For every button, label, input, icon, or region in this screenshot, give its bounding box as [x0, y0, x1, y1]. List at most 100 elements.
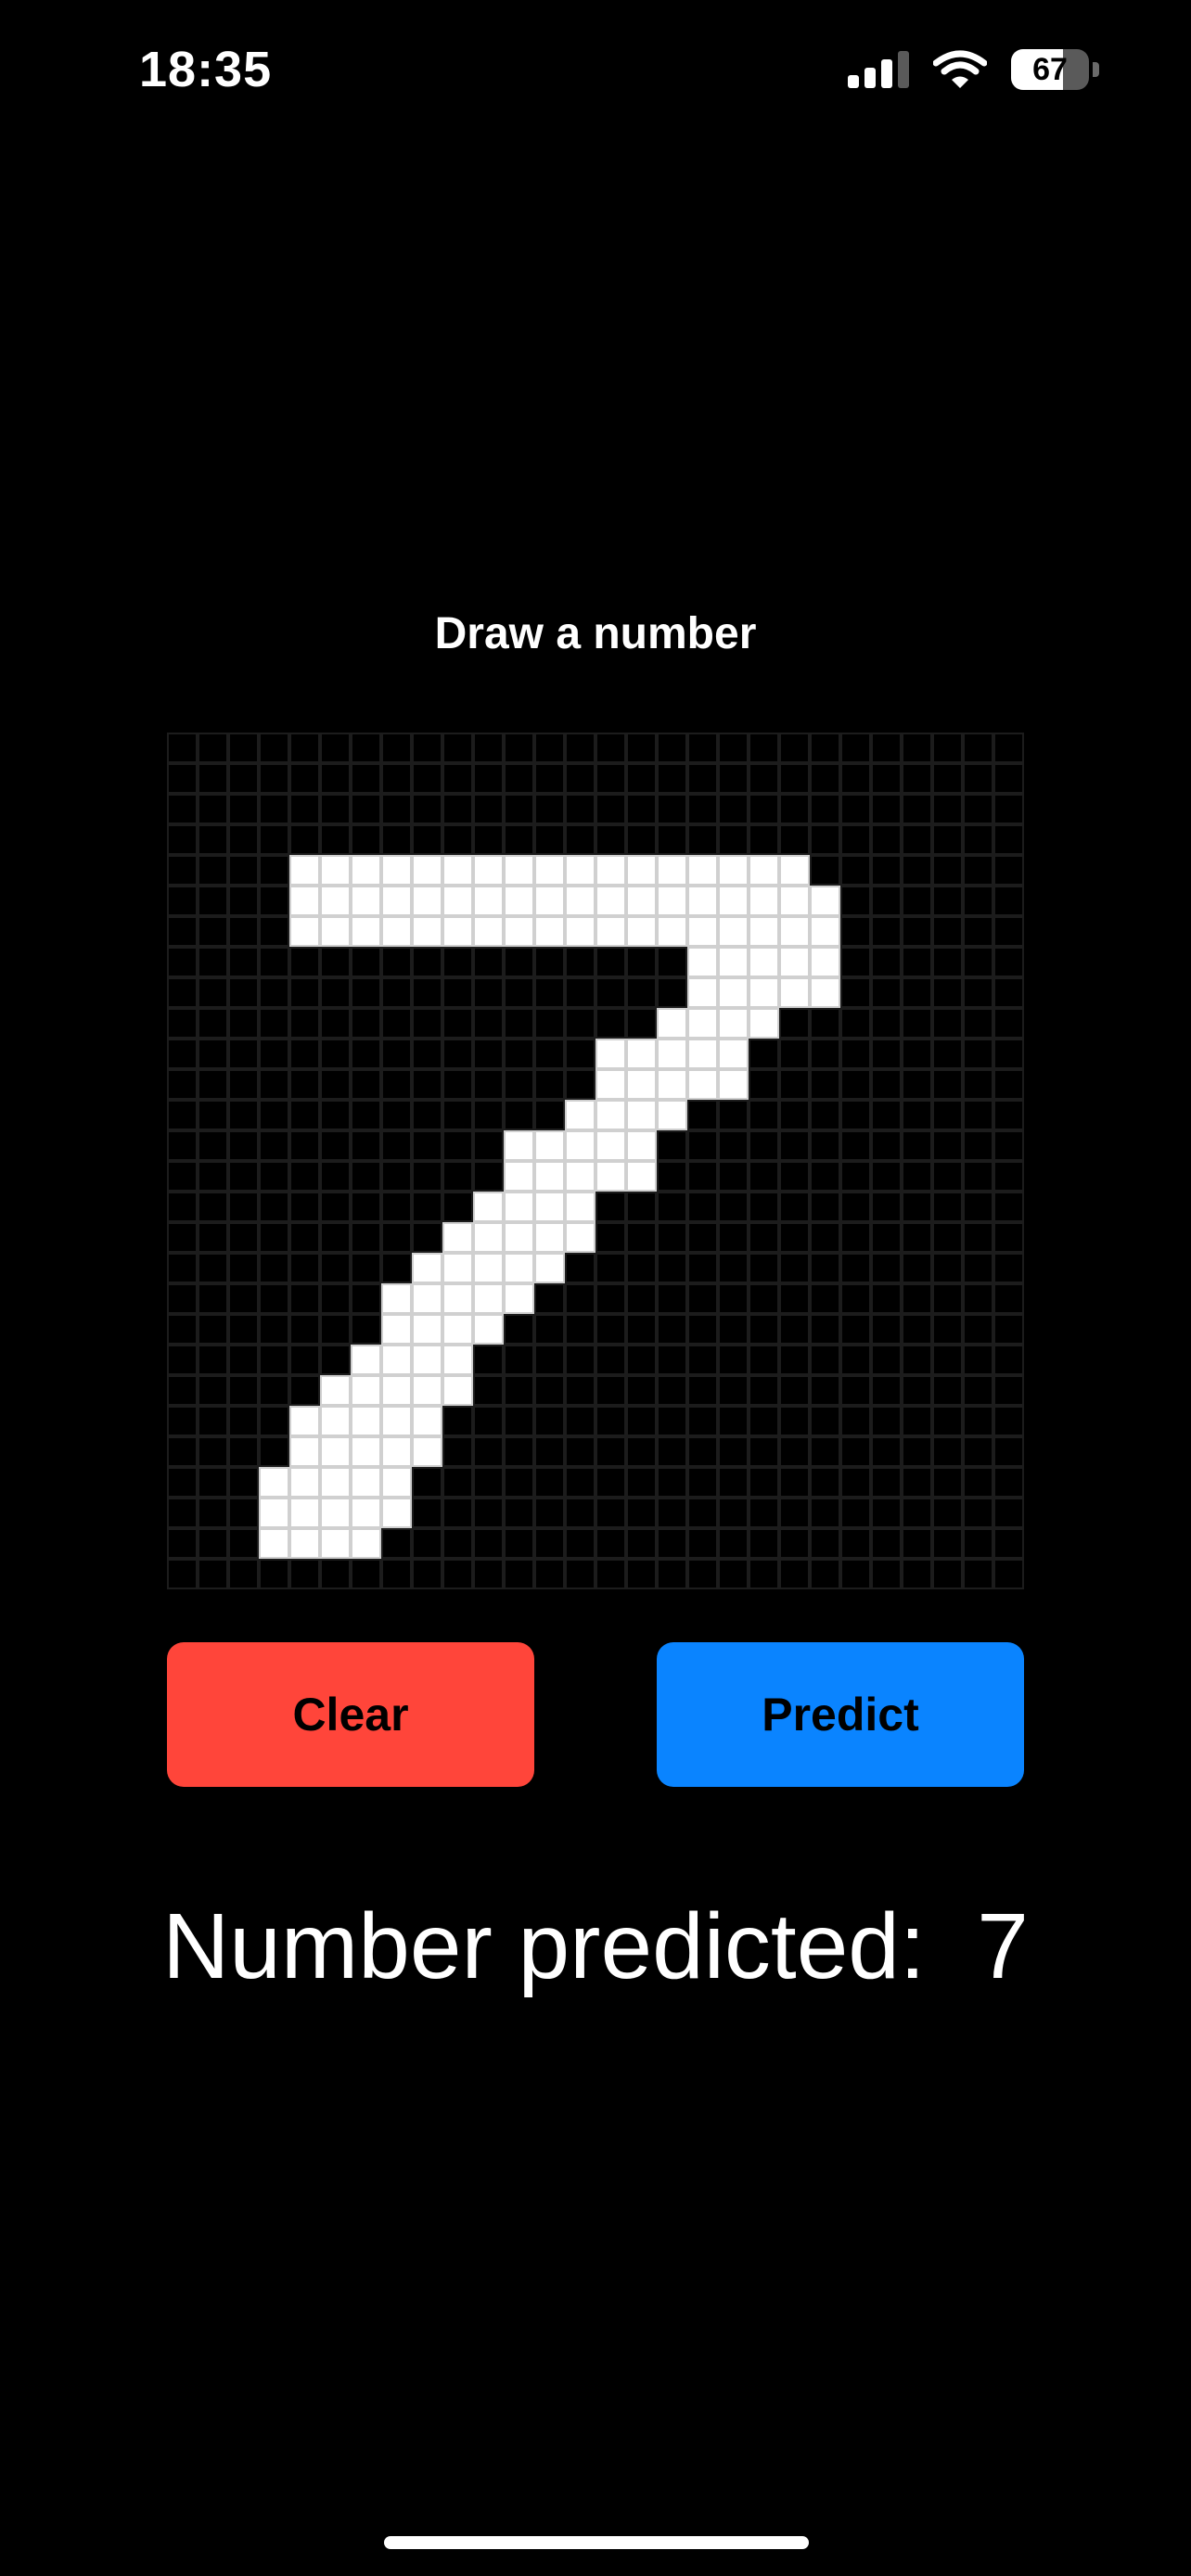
grid-cell[interactable]	[810, 1130, 840, 1161]
grid-cell[interactable]	[259, 1222, 289, 1253]
grid-cell[interactable]	[167, 947, 198, 977]
grid-cell[interactable]	[932, 1130, 963, 1161]
grid-cell[interactable]	[963, 1069, 993, 1100]
grid-cell[interactable]	[565, 1498, 596, 1528]
grid-cell[interactable]	[993, 1559, 1024, 1589]
grid-cell[interactable]	[657, 1559, 687, 1589]
grid-cell[interactable]	[565, 1039, 596, 1069]
grid-cell[interactable]	[779, 916, 810, 947]
grid-cell[interactable]	[167, 1253, 198, 1283]
grid-cell[interactable]	[534, 1467, 565, 1498]
grid-cell[interactable]	[228, 1008, 259, 1039]
grid-cell[interactable]	[412, 855, 442, 886]
grid-cell[interactable]	[565, 1436, 596, 1467]
grid-cell[interactable]	[320, 1559, 351, 1589]
grid-cell[interactable]	[534, 733, 565, 763]
grid-cell[interactable]	[718, 1100, 749, 1130]
grid-cell[interactable]	[902, 1069, 932, 1100]
grid-cell[interactable]	[289, 1436, 320, 1467]
grid-cell[interactable]	[412, 1314, 442, 1345]
grid-cell[interactable]	[320, 1100, 351, 1130]
grid-cell[interactable]	[687, 1161, 718, 1192]
grid-cell[interactable]	[534, 1253, 565, 1283]
grid-cell[interactable]	[534, 1069, 565, 1100]
grid-cell[interactable]	[534, 1039, 565, 1069]
grid-cell[interactable]	[902, 1345, 932, 1375]
grid-cell[interactable]	[596, 1283, 626, 1314]
grid-cell[interactable]	[198, 1222, 228, 1253]
grid-cell[interactable]	[687, 1100, 718, 1130]
grid-cell[interactable]	[840, 1314, 871, 1345]
grid-cell[interactable]	[596, 886, 626, 916]
grid-cell[interactable]	[993, 1283, 1024, 1314]
grid-cell[interactable]	[412, 1406, 442, 1436]
grid-cell[interactable]	[993, 1498, 1024, 1528]
grid-cell[interactable]	[504, 855, 534, 886]
grid-cell[interactable]	[810, 1498, 840, 1528]
grid-cell[interactable]	[871, 1345, 902, 1375]
grid-cell[interactable]	[198, 977, 228, 1008]
grid-cell[interactable]	[351, 855, 381, 886]
grid-cell[interactable]	[167, 916, 198, 947]
grid-cell[interactable]	[963, 763, 993, 794]
grid-cell[interactable]	[473, 1498, 504, 1528]
grid-cell[interactable]	[840, 1100, 871, 1130]
grid-cell[interactable]	[381, 1100, 412, 1130]
grid-cell[interactable]	[412, 1375, 442, 1406]
grid-cell[interactable]	[902, 1192, 932, 1222]
grid-cell[interactable]	[810, 1100, 840, 1130]
grid-cell[interactable]	[657, 1345, 687, 1375]
grid-cell[interactable]	[810, 1436, 840, 1467]
grid-cell[interactable]	[871, 1467, 902, 1498]
grid-cell[interactable]	[473, 1039, 504, 1069]
grid-cell[interactable]	[167, 1498, 198, 1528]
grid-cell[interactable]	[657, 1100, 687, 1130]
grid-cell[interactable]	[718, 1283, 749, 1314]
grid-cell[interactable]	[565, 977, 596, 1008]
grid-cell[interactable]	[596, 947, 626, 977]
grid-cell[interactable]	[718, 1406, 749, 1436]
grid-cell[interactable]	[504, 1161, 534, 1192]
grid-cell[interactable]	[810, 1559, 840, 1589]
grid-cell[interactable]	[963, 1100, 993, 1130]
grid-cell[interactable]	[504, 1375, 534, 1406]
grid-cell[interactable]	[259, 794, 289, 824]
grid-cell[interactable]	[718, 947, 749, 977]
grid-cell[interactable]	[381, 1375, 412, 1406]
grid-cell[interactable]	[626, 1406, 657, 1436]
grid-cell[interactable]	[442, 886, 473, 916]
grid-cell[interactable]	[381, 1253, 412, 1283]
grid-cell[interactable]	[687, 1559, 718, 1589]
grid-cell[interactable]	[320, 1283, 351, 1314]
grid-cell[interactable]	[259, 1528, 289, 1559]
grid-cell[interactable]	[902, 947, 932, 977]
grid-cell[interactable]	[840, 1528, 871, 1559]
grid-cell[interactable]	[687, 916, 718, 947]
grid-cell[interactable]	[840, 1498, 871, 1528]
grid-cell[interactable]	[565, 733, 596, 763]
grid-cell[interactable]	[289, 1222, 320, 1253]
grid-cell[interactable]	[228, 886, 259, 916]
grid-cell[interactable]	[993, 1069, 1024, 1100]
grid-cell[interactable]	[381, 886, 412, 916]
grid-cell[interactable]	[596, 733, 626, 763]
grid-cell[interactable]	[259, 1192, 289, 1222]
grid-cell[interactable]	[259, 1130, 289, 1161]
grid-cell[interactable]	[504, 1467, 534, 1498]
grid-cell[interactable]	[993, 1008, 1024, 1039]
grid-cell[interactable]	[442, 824, 473, 855]
grid-cell[interactable]	[473, 886, 504, 916]
grid-cell[interactable]	[259, 916, 289, 947]
grid-cell[interactable]	[779, 1130, 810, 1161]
grid-cell[interactable]	[749, 1039, 779, 1069]
grid-cell[interactable]	[626, 1436, 657, 1467]
grid-cell[interactable]	[596, 1559, 626, 1589]
grid-cell[interactable]	[259, 886, 289, 916]
grid-cell[interactable]	[228, 1069, 259, 1100]
grid-cell[interactable]	[718, 886, 749, 916]
grid-cell[interactable]	[320, 1436, 351, 1467]
grid-cell[interactable]	[412, 1467, 442, 1498]
grid-cell[interactable]	[657, 947, 687, 977]
grid-cell[interactable]	[565, 1528, 596, 1559]
grid-cell[interactable]	[351, 763, 381, 794]
